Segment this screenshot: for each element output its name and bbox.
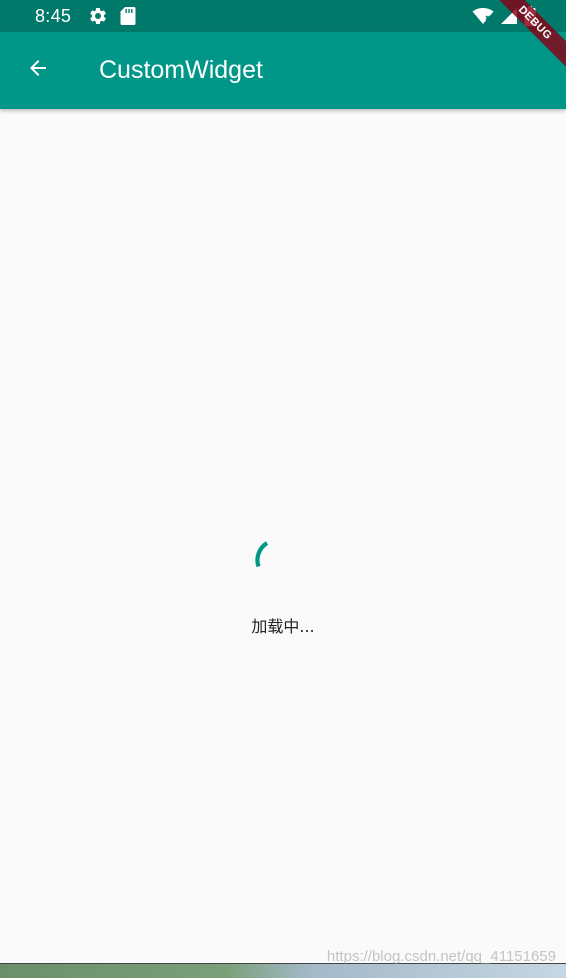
back-button[interactable] — [14, 46, 62, 94]
page-title: CustomWidget — [99, 56, 263, 84]
settings-icon — [88, 6, 108, 26]
app-bar: CustomWidget — [0, 32, 566, 109]
arrow-back-icon — [26, 56, 50, 84]
page-body: 加载中... — [0, 109, 566, 964]
bottom-strip — [0, 964, 566, 978]
loading-text: 加载中... — [251, 617, 315, 636]
sd-card-icon — [120, 6, 136, 26]
app-screen: 8:45 DEBUG CustomWidget 加载中... https://b… — [0, 0, 566, 978]
status-bar: 8:45 — [0, 0, 566, 32]
loading-spinner — [253, 536, 303, 586]
status-time: 8:45 — [35, 6, 72, 26]
watermark: https://blog.csdn.net/qq_41151659 — [326, 948, 556, 965]
status-left-icons — [88, 6, 136, 26]
wifi-icon — [472, 7, 494, 25]
